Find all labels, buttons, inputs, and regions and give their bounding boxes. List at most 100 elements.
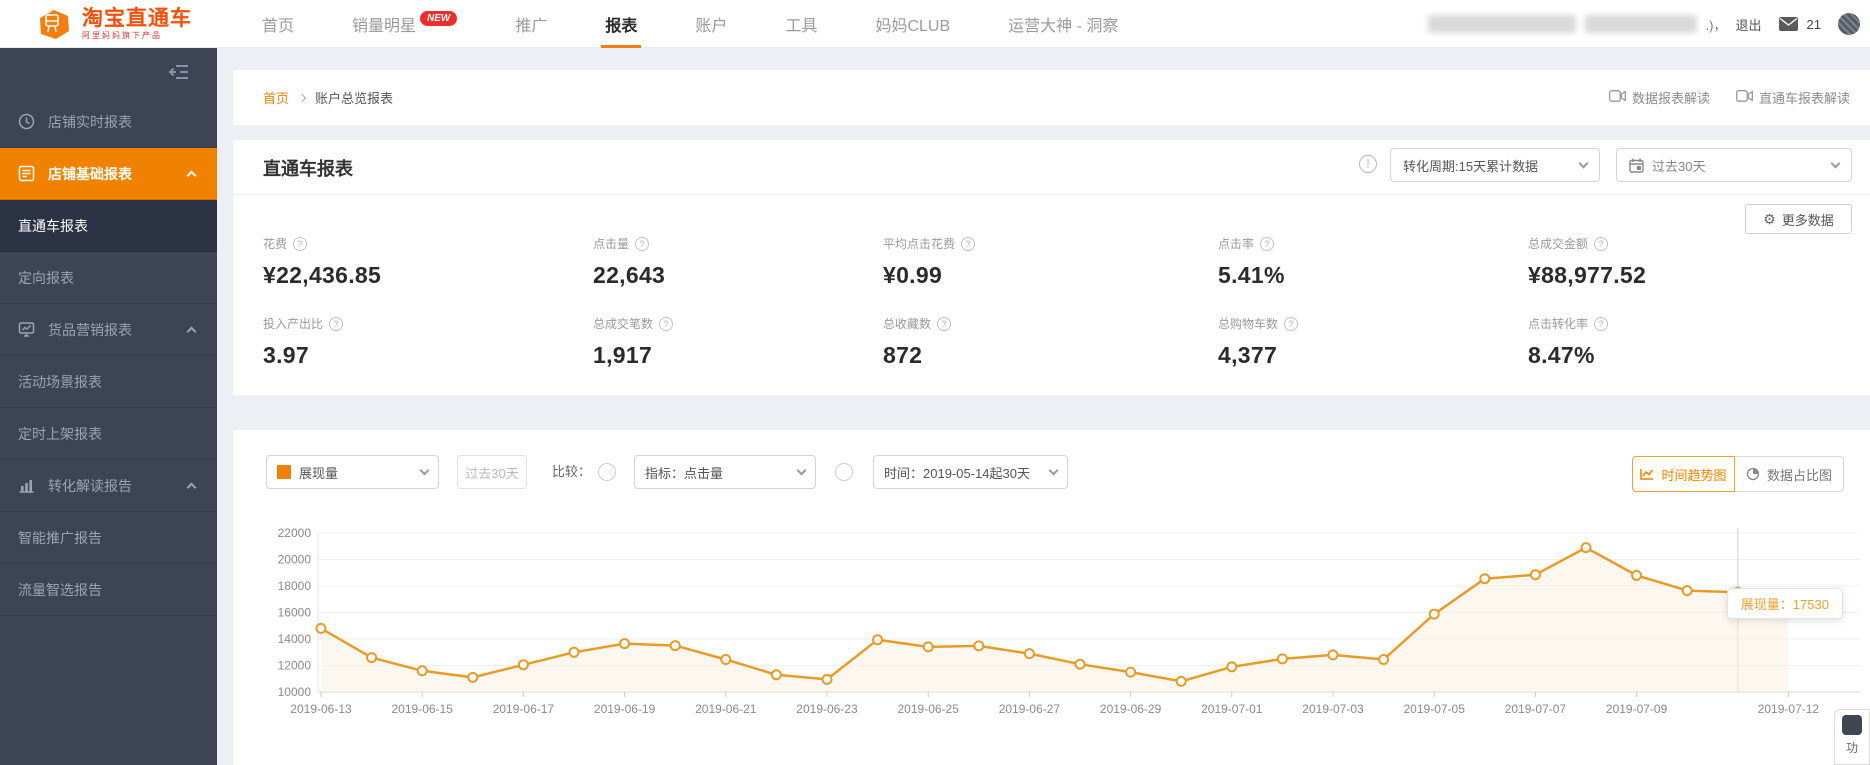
question-icon[interactable]: ? (937, 316, 952, 331)
top-nav: 淘宝直通车 阿里妈妈旗下产品 首页 销量明星 NEW 推广 报表 账户 工具 妈妈CLUB 运营… (0, 0, 1870, 48)
chevron-up-icon (186, 482, 197, 493)
logout-link[interactable]: 退出 (1736, 15, 1762, 34)
svg-text:2019-07-07: 2019-07-07 (1505, 702, 1567, 716)
time-select[interactable]: 时间：2019-05-14起30天 (873, 455, 1068, 489)
nav-item-label: 妈妈CLUB (875, 18, 951, 35)
breadcrumb-current: 账户总览报表 (315, 91, 394, 106)
metric-label: 总收藏数? (883, 315, 1163, 332)
chevron-down-icon (1830, 158, 1841, 169)
question-icon[interactable]: ? (635, 236, 650, 251)
indicator-select[interactable]: 指标：点击量 (634, 455, 816, 489)
svg-text:2019-06-15: 2019-06-15 (392, 702, 454, 716)
question-icon[interactable]: ? (1594, 236, 1609, 251)
metric-label-text: 投入产出比 (263, 317, 324, 331)
nav-item-运营大神 - 洞察[interactable]: 运营大神 - 洞察 (1008, 0, 1118, 48)
info-icon[interactable]: ! (1359, 155, 1377, 173)
question-icon[interactable]: ? (293, 236, 308, 251)
metric-label: 总成交金额? (1528, 235, 1808, 252)
sidebar-item-货品营销报表[interactable]: 货品营销报表 (0, 304, 217, 356)
pie-chart-button[interactable]: 数据占比图 (1734, 456, 1844, 492)
sidebar-item-直通车报表[interactable]: 直通车报表 (0, 200, 217, 252)
svg-text:2019-07-03: 2019-07-03 (1302, 702, 1364, 716)
metric-value: ¥22,436.85 (263, 262, 382, 288)
question-icon[interactable]: ? (329, 316, 344, 331)
help-link-直通车报表解读[interactable]: 直通车报表解读 (1736, 88, 1850, 107)
question-icon[interactable]: ? (1284, 316, 1299, 331)
chevron-down-icon (1048, 465, 1059, 476)
sidebar-item-店铺基础报表[interactable]: 店铺基础报表 (0, 148, 217, 200)
chevron-down-icon (419, 465, 430, 476)
date-range-select[interactable]: 过去30天 (1616, 148, 1852, 182)
metric-点击率: 点击率? 5.41% (1218, 235, 1498, 289)
metric-花费: 花费? ¥22,436.85 (263, 235, 543, 289)
metric-value: 1,917 (593, 342, 653, 368)
floating-widget[interactable]: 功 (1834, 709, 1870, 765)
metric-总成交金额: 总成交金额? ¥88,977.52 (1528, 235, 1808, 289)
question-icon[interactable]: ? (961, 236, 976, 251)
question-icon[interactable]: ? (1260, 236, 1275, 251)
sidebar-item-活动场景报表[interactable]: 活动场景报表 (0, 356, 217, 408)
sidebar-item-label: 店铺实时报表 (48, 113, 132, 130)
video-icon (1609, 90, 1626, 105)
pie-chart-icon (1746, 467, 1760, 481)
question-icon[interactable]: ? (1594, 316, 1609, 331)
svg-text:14000: 14000 (278, 632, 312, 646)
svg-text:2019-06-27: 2019-06-27 (999, 702, 1061, 716)
trend-chart-button[interactable]: 时间趋势图 (1632, 456, 1735, 492)
conversion-period-select[interactable]: 转化周期:15天累计数据 (1390, 148, 1600, 182)
nav-item-报表[interactable]: 报表 (601, 0, 642, 48)
chevron-down-icon (1578, 158, 1589, 169)
app: 淘宝直通车 阿里妈妈旗下产品 首页 销量明星 NEW 推广 报表 账户 工具 妈妈CLUB 运营… (0, 0, 1870, 765)
nav-item-工具[interactable]: 工具 (785, 0, 817, 48)
sidebar-item-定向报表[interactable]: 定向报表 (0, 252, 217, 304)
sidebar-item-定时上架报表[interactable]: 定时上架报表 (0, 408, 217, 460)
sidebar-collapse-icon[interactable] (168, 64, 189, 85)
page-title: 直通车报表 (263, 159, 353, 179)
compare-radio[interactable] (598, 463, 616, 481)
question-icon[interactable]: ? (659, 316, 674, 331)
breadcrumb: 首页 账户总览报表 (263, 88, 393, 107)
svg-text:2019-06-29: 2019-06-29 (1100, 702, 1162, 716)
barchart-icon (18, 477, 35, 494)
nav-item-首页[interactable]: 首页 (262, 0, 294, 48)
metric-label-text: 点击转化率 (1528, 317, 1589, 331)
logo[interactable]: 淘宝直通车 阿里妈妈旗下产品 (34, 4, 192, 44)
svg-text:2019-06-21: 2019-06-21 (695, 702, 757, 716)
svg-text:16000: 16000 (278, 606, 312, 620)
nav-item-label: 首页 (262, 18, 295, 35)
svg-text:2019-07-05: 2019-07-05 (1404, 702, 1466, 716)
sidebar-item-智能推广报告[interactable]: 智能推广报告 (0, 512, 217, 564)
svg-text:2019-06-19: 2019-06-19 (594, 702, 656, 716)
time-compare-radio[interactable] (835, 463, 853, 481)
nav-item-销量明星[interactable]: 销量明星 NEW (352, 0, 458, 48)
floating-widget-icon (1842, 715, 1862, 735)
help-link-label: 直通车报表解读 (1758, 91, 1850, 106)
svg-text:2019-07-09: 2019-07-09 (1606, 702, 1668, 716)
sidebar-item-流量智选报告[interactable]: 流量智选报告 (0, 564, 217, 616)
trend-chart[interactable]: 10000 12000 14000 16000 18000 20000 22000 2019-… (233, 500, 1870, 765)
metric-label: 平均点击花费? (883, 235, 1163, 252)
metric-label-text: 点击率 (1218, 237, 1255, 251)
avatar[interactable] (1838, 13, 1860, 35)
metric-value: 8.47% (1528, 342, 1595, 368)
nav-item-推广[interactable]: 推广 (515, 0, 547, 48)
svg-text:20000: 20000 (278, 553, 312, 567)
svg-text:18000: 18000 (278, 579, 312, 593)
mail-icon[interactable] (1778, 17, 1798, 31)
sidebar: 店铺实时报表店铺基础报表 直通车报表 定向报表 货品营销报表 活动场景报表 定时上架报表转… (0, 48, 217, 765)
nav-item-账户[interactable]: 账户 (695, 0, 727, 48)
metric-label: 点击转化率? (1528, 315, 1808, 332)
nav-item-妈妈CLUB[interactable]: 妈妈CLUB (875, 0, 950, 48)
compare-label: 比较： (552, 464, 592, 479)
clock-icon (18, 113, 35, 130)
logo-subtitle: 阿里妈妈旗下产品 (82, 30, 162, 40)
divider (233, 194, 1870, 195)
breadcrumb-home[interactable]: 首页 (263, 88, 289, 107)
time-value: 时间：2019-05-14起30天 (884, 465, 1030, 481)
help-link-数据报表解读[interactable]: 数据报表解读 (1609, 88, 1710, 107)
chart-tooltip: 展现量：17530 (1726, 588, 1843, 619)
sidebar-item-转化解读报告[interactable]: 转化解读报告 (0, 460, 217, 512)
sidebar-item-店铺实时报表[interactable]: 店铺实时报表 (0, 96, 217, 148)
chart-metric-select[interactable]: 展现量 (266, 455, 439, 489)
more-data-button[interactable]: ⚙ 更多数据 (1745, 204, 1852, 234)
